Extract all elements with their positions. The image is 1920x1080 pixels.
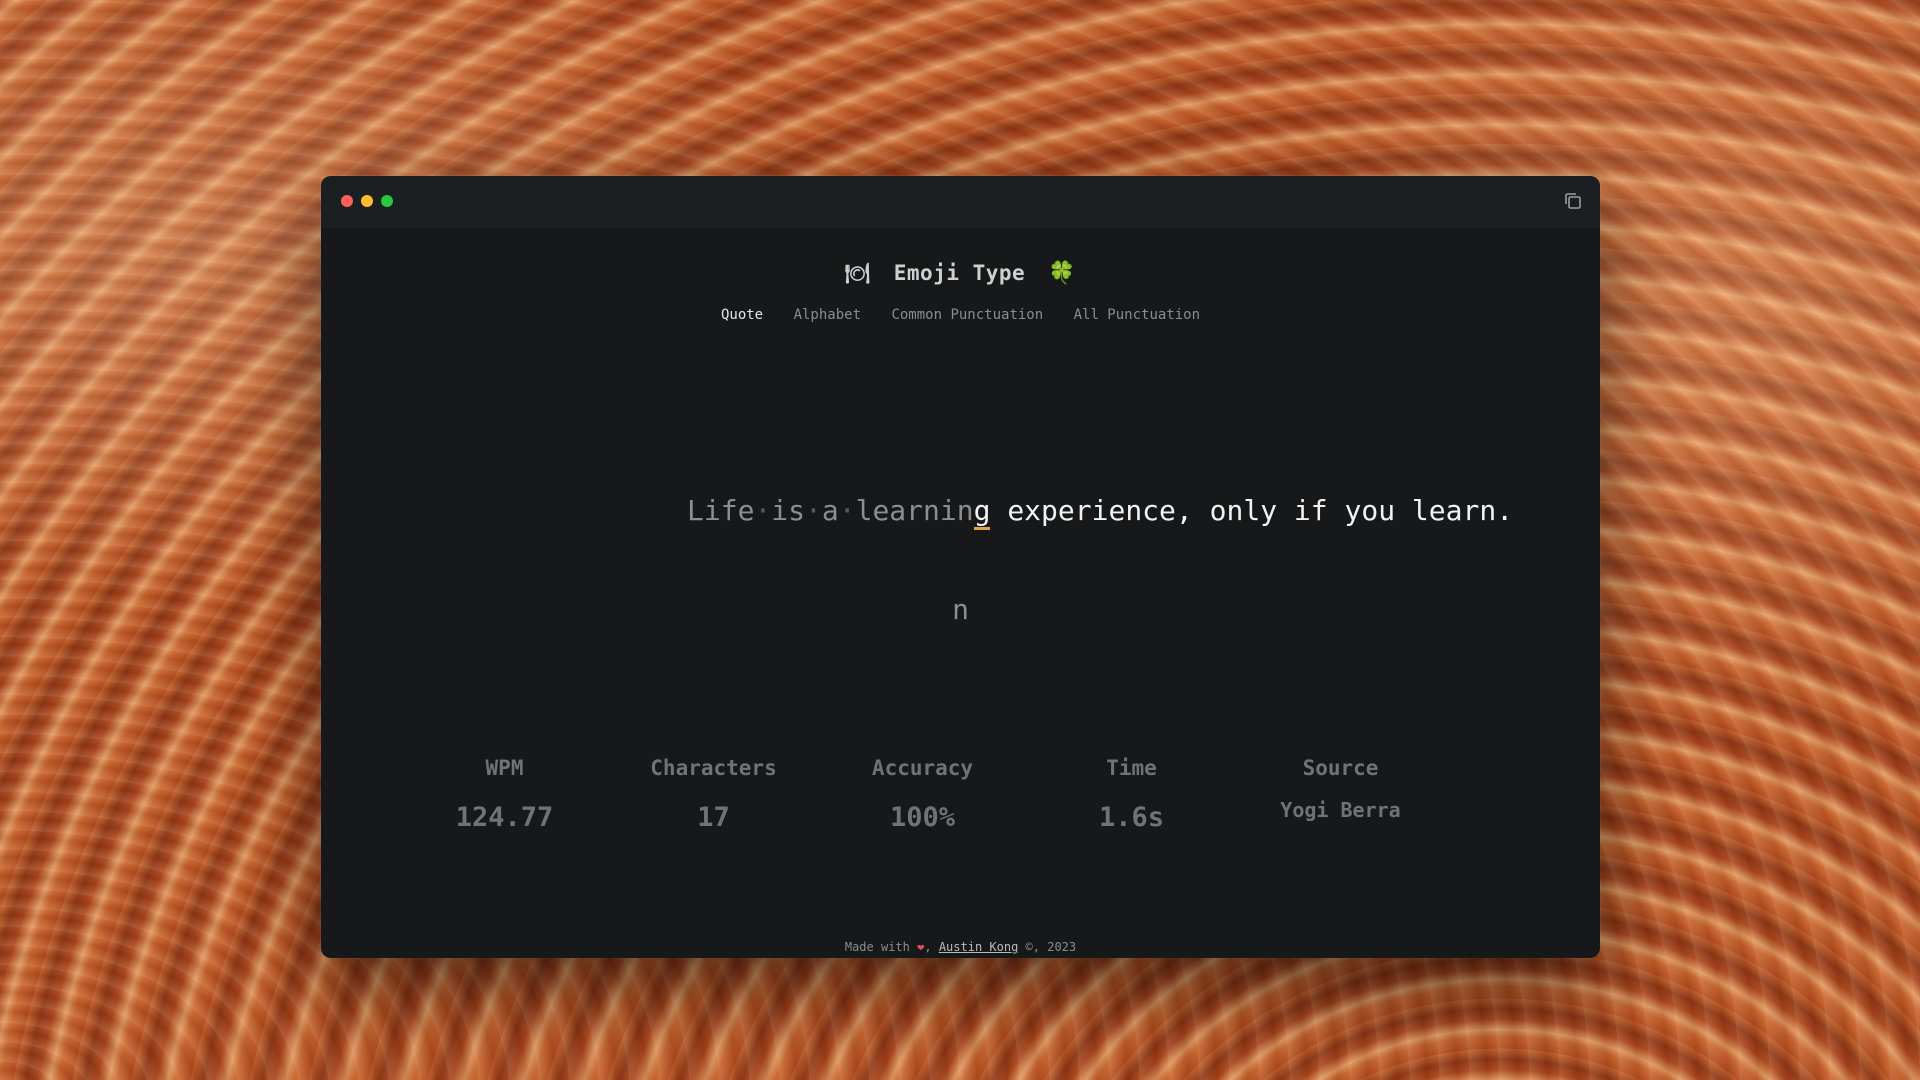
author-link[interactable]: Austin Kong	[939, 940, 1018, 954]
typed-word: a	[821, 494, 839, 527]
remaining-text: experience, only if you learn.	[990, 494, 1514, 527]
stat-label: Accuracy	[871, 756, 974, 780]
stat-time: Time 1.6s	[1027, 756, 1236, 833]
tab-all-punctuation[interactable]: All Punctuation	[1074, 307, 1200, 323]
stat-characters: Characters 17	[609, 756, 818, 833]
window-titlebar	[321, 176, 1600, 228]
tab-quote[interactable]: Quote	[721, 307, 763, 323]
footer-prefix: Made with	[844, 940, 910, 954]
footer: Made with ❤, Austin Kong ©, 2023	[321, 940, 1600, 954]
typed-word: is	[771, 494, 806, 527]
space-dot: ·	[838, 494, 856, 527]
typed-word: learnin	[855, 494, 974, 527]
browser-window: 🍽 Emoji Type 🍀 Quote Alphabet Common Pun…	[321, 176, 1600, 958]
quote-text: Life·is·a·learning experience, only if y…	[687, 494, 1514, 530]
results-stats: WPM 124.77 Characters 17 Accuracy 100% T…	[400, 756, 1445, 833]
app-title: Emoji Type	[893, 261, 1026, 285]
stat-value: 100%	[889, 802, 956, 833]
tab-common-punctuation[interactable]: Common Punctuation	[891, 307, 1043, 323]
stat-value: 1.6s	[1098, 802, 1165, 833]
minimize-window-button[interactable]	[361, 195, 373, 207]
app-header: 🍽 Emoji Type 🍀	[321, 260, 1600, 286]
close-window-button[interactable]	[341, 195, 353, 207]
clover-icon: 🍀	[1048, 260, 1077, 286]
stat-label: WPM	[485, 756, 524, 780]
stat-value: 124.77	[455, 802, 554, 833]
tab-alphabet[interactable]: Alphabet	[794, 307, 861, 323]
stat-label: Characters	[650, 756, 777, 780]
typed-word: Life	[687, 494, 755, 527]
stat-wpm: WPM 124.77	[400, 756, 609, 833]
plate-icon: 🍽	[844, 261, 871, 285]
copy-icon[interactable]	[1562, 190, 1584, 212]
stat-label: Source	[1302, 756, 1379, 780]
footer-suffix: ©, 2023	[1025, 940, 1077, 954]
stat-accuracy: Accuracy 100%	[818, 756, 1027, 833]
space-dot: ·	[754, 494, 772, 527]
maximize-window-button[interactable]	[381, 195, 393, 207]
current-character: g	[973, 494, 991, 530]
mode-tabs: Quote Alphabet Common Punctuation All Pu…	[321, 307, 1600, 323]
stat-value: Yogi Berra	[1280, 798, 1401, 822]
stat-value: 17	[697, 802, 730, 833]
stat-source: Source Yogi Berra	[1236, 756, 1445, 833]
stat-label: Time	[1106, 756, 1157, 780]
space-dot: ·	[805, 494, 822, 527]
typing-input-display[interactable]: n	[321, 593, 1600, 626]
footer-comma: ,	[924, 940, 932, 954]
